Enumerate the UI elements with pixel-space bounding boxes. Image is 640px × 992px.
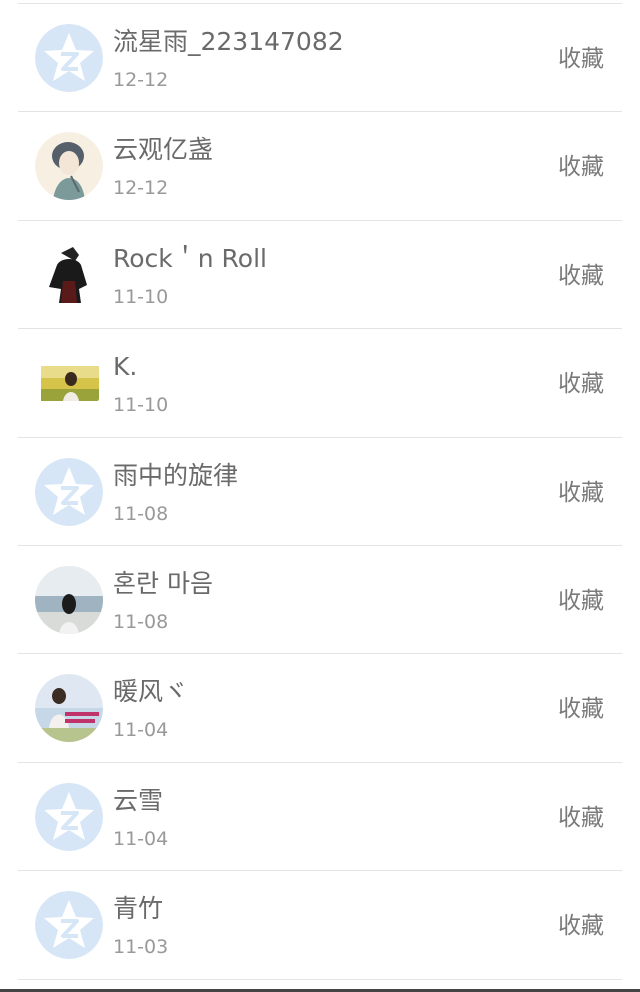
- favorite-button[interactable]: 收藏: [558, 909, 604, 943]
- visitor-list: 流星雨_223147082 12-12 收藏 云观亿盏 12-12 收藏 Roc…: [0, 4, 640, 980]
- user-name: 流星雨_223147082: [113, 27, 344, 56]
- list-item[interactable]: 青竹 11-03 收藏: [0, 871, 640, 980]
- favorite-button[interactable]: 收藏: [558, 259, 604, 293]
- list-item[interactable]: Rock＇n Roll 11-10 收藏: [0, 221, 640, 330]
- favorite-button[interactable]: 收藏: [558, 692, 604, 726]
- favorite-button[interactable]: 收藏: [558, 367, 604, 401]
- list-item[interactable]: 云观亿盏 12-12 收藏: [0, 112, 640, 222]
- visit-date: 11-03: [113, 936, 169, 959]
- user-name: 혼란 마음: [113, 568, 213, 598]
- user-name: 云雪: [113, 785, 164, 815]
- list-item[interactable]: 云雪 11-04 收藏: [0, 763, 640, 872]
- user-name: 雨中的旋律: [113, 460, 239, 490]
- default-qq-star-icon[interactable]: [35, 457, 103, 526]
- user-name: K.: [113, 352, 138, 382]
- favorite-button[interactable]: 收藏: [558, 42, 604, 76]
- visit-date: 11-04: [113, 719, 169, 742]
- user-name: Rock＇n Roll: [113, 243, 267, 273]
- girl-in-field-photo-avatar[interactable]: [35, 349, 103, 418]
- list-item[interactable]: K. 11-10 收藏: [0, 329, 640, 438]
- visit-date: 11-10: [113, 285, 169, 308]
- visit-date: 11-08: [113, 502, 169, 525]
- visit-date: 11-10: [113, 394, 169, 417]
- user-name: 青竹: [113, 894, 164, 924]
- girl-with-text-banner-avatar[interactable]: [35, 674, 103, 743]
- list-item[interactable]: 暖风ヾ 11-04 收藏: [0, 654, 640, 764]
- dark-cloaked-figure-avatar[interactable]: [35, 240, 103, 309]
- user-name: 云观亿盏: [113, 135, 214, 165]
- sketch-portrait-avatar[interactable]: [35, 132, 103, 201]
- default-qq-star-icon[interactable]: [35, 782, 103, 851]
- visit-date: 12-12: [113, 177, 169, 200]
- favorite-button[interactable]: 收藏: [558, 150, 604, 184]
- list-item[interactable]: 流星雨_223147082 12-12 收藏: [0, 4, 640, 113]
- list-item[interactable]: 雨中的旋律 11-08 收藏: [0, 438, 640, 547]
- visit-date: 11-04: [113, 827, 169, 850]
- favorite-button[interactable]: 收藏: [558, 801, 604, 835]
- visit-date: 12-12: [113, 69, 169, 91]
- visit-date: 11-08: [113, 610, 169, 633]
- user-name: 暖风ヾ: [113, 677, 189, 707]
- default-qq-star-icon[interactable]: [35, 24, 103, 92]
- favorite-button[interactable]: 收藏: [558, 584, 604, 618]
- default-qq-star-icon[interactable]: [35, 891, 103, 960]
- favorite-button[interactable]: 收藏: [558, 476, 604, 510]
- girl-by-sea-photo-avatar[interactable]: [35, 565, 103, 634]
- list-item[interactable]: 혼란 마음 11-08 收藏: [0, 546, 640, 655]
